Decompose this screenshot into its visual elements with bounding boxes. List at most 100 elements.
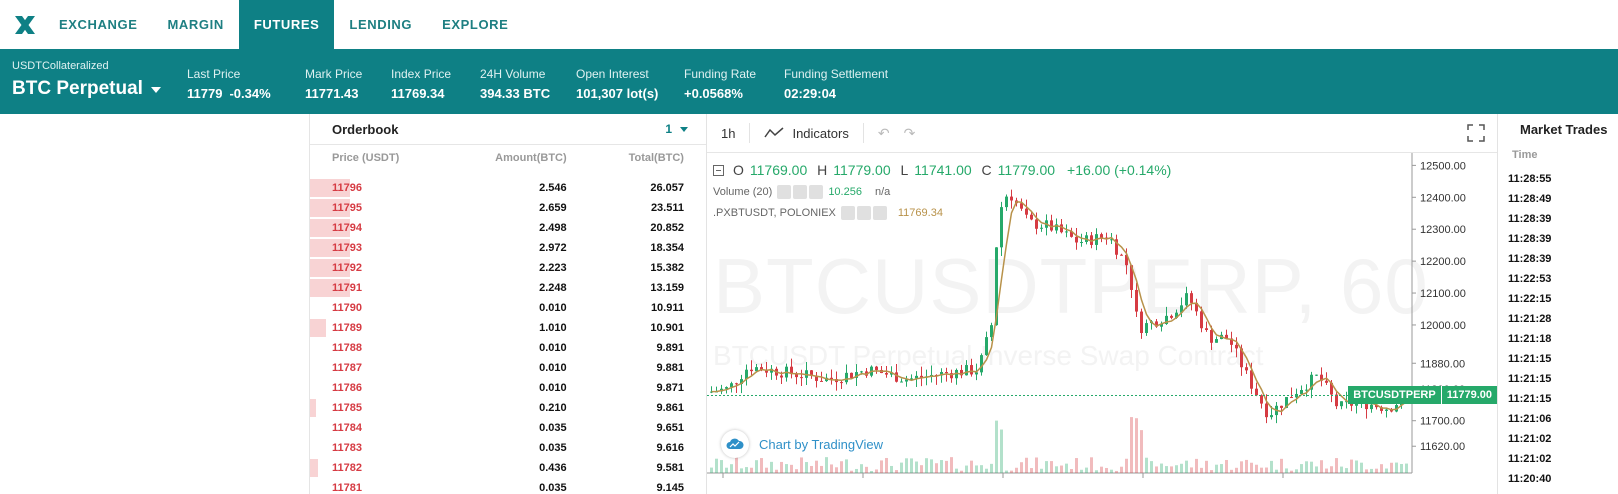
orderbook-row[interactable]: 11787 0.010 9.881 xyxy=(310,358,706,378)
orderbook-row[interactable]: 11789 1.010 10.901 xyxy=(310,318,706,338)
x-logo-icon[interactable] xyxy=(0,0,44,49)
volume-bar xyxy=(1240,461,1243,473)
market-selector[interactable]: USDTCollateralized BTC Perpetual xyxy=(12,60,161,100)
candle-body xyxy=(1190,293,1193,303)
orderbook-price: 11785 xyxy=(332,402,362,414)
candle-body xyxy=(1290,397,1293,399)
orderbook-row[interactable]: 11785 0.210 9.861 xyxy=(310,398,706,418)
candle-body xyxy=(750,369,753,372)
volume-bar xyxy=(1245,459,1248,473)
volume-bar xyxy=(1105,467,1108,473)
trade-time: 11:21:06 xyxy=(1508,413,1552,425)
orderbook-amount: 2.223 xyxy=(539,262,567,274)
orderbook-row[interactable]: 11791 2.248 13.159 xyxy=(310,278,706,298)
volume-bar xyxy=(1360,462,1363,473)
candle-body xyxy=(1185,293,1188,306)
orderbook-row[interactable]: 11794 2.498 20.852 xyxy=(310,218,706,238)
chevron-down-icon[interactable] xyxy=(150,87,161,93)
volume-bar xyxy=(895,470,898,473)
trade-time: 11:22:53 xyxy=(1508,273,1552,285)
trade-time: 11:28:39 xyxy=(1508,213,1552,225)
depth-bar xyxy=(310,319,326,337)
orderbook-panel: Orderbook 1 Price (USDT) Amount(BTC) Tot… xyxy=(310,114,707,494)
orderbook-amount: 2.972 xyxy=(539,242,567,254)
candle-body xyxy=(1370,404,1373,410)
orderbook-row[interactable]: 11796 2.546 26.057 xyxy=(310,178,706,198)
orderbook-price: 11781 xyxy=(332,482,362,494)
volume-bar xyxy=(1005,470,1008,473)
index-controls[interactable] xyxy=(840,206,887,220)
orderbook-price: 11790 xyxy=(332,302,362,314)
volume-bar xyxy=(815,460,818,473)
volume-bar xyxy=(1180,463,1183,473)
orderbook-row[interactable]: 11783 0.035 9.616 xyxy=(310,438,706,458)
candle-body xyxy=(975,372,978,375)
candle-body xyxy=(1145,323,1148,334)
volume-bar xyxy=(805,462,808,473)
price-tag-symbol: BTCUSDTPERP xyxy=(1348,386,1441,404)
candle-body xyxy=(850,372,853,378)
orderbook-amount: 0.010 xyxy=(539,342,567,354)
volume-bar xyxy=(875,469,878,473)
volume-bar xyxy=(720,460,723,473)
nav-item-futures[interactable]: FUTURES xyxy=(238,0,335,49)
left-panel xyxy=(0,114,310,494)
price-tick-label: 12200.00 xyxy=(1420,256,1466,268)
candle-body xyxy=(875,366,878,370)
volume-bar xyxy=(1225,459,1228,473)
precision-select[interactable]: 1 xyxy=(665,122,688,136)
volume-bar xyxy=(740,468,743,473)
volume-bar xyxy=(1045,461,1048,473)
volume-bar xyxy=(1320,460,1323,473)
chevron-down-icon xyxy=(680,126,688,132)
volume-bar xyxy=(950,457,953,473)
candle-body xyxy=(1025,208,1028,215)
divider xyxy=(862,123,864,143)
interval-button[interactable]: 1h xyxy=(721,126,735,141)
market-trades-title: Market Trades xyxy=(1520,122,1608,137)
orderbook-row[interactable]: 11788 0.010 9.891 xyxy=(310,338,706,358)
candle-body xyxy=(1265,403,1268,418)
orderbook-row[interactable]: 11790 0.010 10.911 xyxy=(310,298,706,318)
orderbook-row[interactable]: 11781 0.035 9.145 xyxy=(310,478,706,494)
volume-bar xyxy=(840,461,843,473)
stat-value: 394.33 BTC xyxy=(480,86,551,101)
orderbook-row[interactable]: 11782 0.436 9.581 xyxy=(310,458,706,478)
volume-bar xyxy=(1270,460,1273,473)
nav-item-exchange[interactable]: EXCHANGE xyxy=(44,0,152,49)
volume-bar xyxy=(1340,466,1343,473)
orderbook-row[interactable]: 11792 2.223 15.382 xyxy=(310,258,706,278)
orderbook-row[interactable]: 11786 0.010 9.871 xyxy=(310,378,706,398)
redo-icon[interactable]: ↷ xyxy=(904,125,916,142)
orderbook-row[interactable]: 11784 0.035 9.651 xyxy=(310,418,706,438)
volume-bar xyxy=(1075,458,1078,473)
orderbook-row[interactable]: 11795 2.659 23.511 xyxy=(310,198,706,218)
nav-item-explore[interactable]: EXPLORE xyxy=(427,0,523,49)
stat-value: 11771.43 xyxy=(305,86,359,101)
price-tick-label: 12400.00 xyxy=(1420,192,1466,204)
nav-item-lending[interactable]: LENDING xyxy=(334,0,427,49)
price-tick-label: 11880.00 xyxy=(1420,358,1465,370)
candle-body xyxy=(1315,374,1318,376)
orderbook-total: 9.616 xyxy=(656,442,684,454)
volume-bar xyxy=(995,420,998,473)
volume-bar xyxy=(1170,466,1173,473)
volume-bar xyxy=(980,465,983,473)
volume-bar xyxy=(1375,468,1378,473)
precision-value: 1 xyxy=(665,122,672,136)
candle-body xyxy=(1205,328,1208,330)
orderbook-row[interactable]: 11793 2.972 18.354 xyxy=(310,238,706,258)
nav-item-margin[interactable]: MARGIN xyxy=(152,0,238,49)
volume-bar xyxy=(1265,467,1268,473)
undo-icon[interactable]: ↶ xyxy=(878,125,890,142)
top-nav: EXCHANGE MARGIN FUTURES LENDING EXPLORE xyxy=(0,0,1618,49)
volume-bar xyxy=(1300,464,1303,473)
volume-controls[interactable] xyxy=(777,185,824,199)
trade-time: 11:22:15 xyxy=(1508,293,1552,305)
fullscreen-icon[interactable] xyxy=(1467,124,1485,147)
collapse-icon[interactable] xyxy=(713,164,724,176)
tradingview-badge[interactable]: Chart by TradingView xyxy=(721,430,883,458)
candle-body xyxy=(1075,236,1078,243)
volume-bar xyxy=(1385,468,1388,473)
indicators-button[interactable]: Indicators xyxy=(764,126,849,141)
